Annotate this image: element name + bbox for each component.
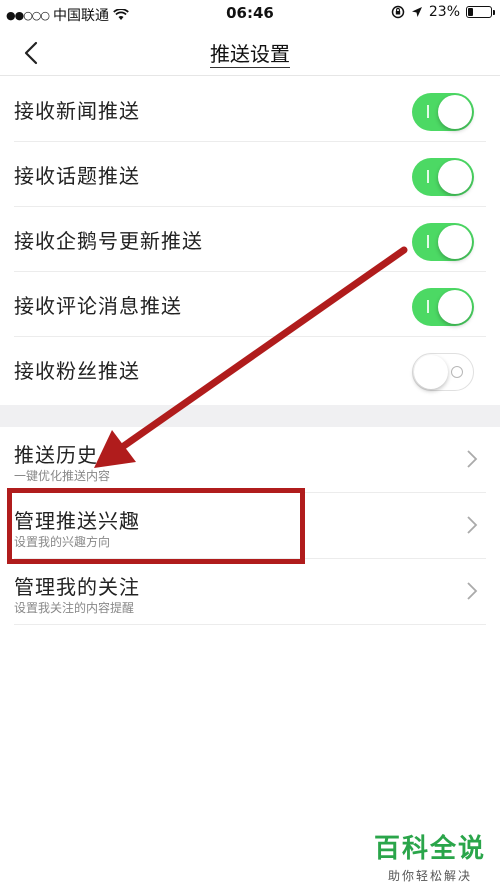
- chevron-right-icon: [467, 450, 478, 468]
- section-divider: [0, 405, 500, 427]
- toggle-label: 接收评论消息推送: [14, 293, 182, 318]
- toggle-label: 接收粉丝推送: [14, 359, 140, 383]
- rotation-lock-icon: [391, 5, 405, 19]
- row-subtitle: 设置我关注的内容提醒: [14, 601, 135, 615]
- toggle-label: 接收新闻推送: [14, 98, 140, 123]
- toggle-row-news: 接收新闻推送: [14, 77, 486, 142]
- row-title: 推送历史: [14, 443, 98, 467]
- row-subtitle: 一键优化推送内容: [14, 469, 111, 483]
- row-manage-follows[interactable]: 管理我的关注 设置我关注的内容提醒: [14, 559, 486, 625]
- toggle-label: 接收企鹅号更新推送: [14, 228, 203, 253]
- penguin-update-push-switch[interactable]: [412, 223, 474, 261]
- chevron-right-icon: [467, 516, 478, 534]
- news-push-switch[interactable]: [412, 93, 474, 131]
- watermark-sub: 助你轻松解决: [387, 869, 472, 883]
- toggle-row-fans: 接收粉丝推送: [14, 337, 486, 402]
- chevron-right-icon: [467, 582, 478, 600]
- watermark-main: 百科全说: [373, 834, 486, 864]
- toggle-row-comments: 接收评论消息推送: [14, 272, 486, 337]
- status-bar: ●●○○○ 中国联通 06:46 23%: [0, 0, 500, 28]
- toggle-row-topics: 接收话题推送: [14, 142, 486, 207]
- page-title: 推送设置: [0, 38, 500, 68]
- topic-push-switch[interactable]: [412, 158, 474, 196]
- fans-push-switch[interactable]: [412, 353, 474, 391]
- toggle-label: 接收话题推送: [14, 163, 140, 188]
- battery-percent: 23%: [428, 4, 460, 20]
- annotation-highlight-box: [7, 488, 305, 564]
- row-title: 管理我的关注: [14, 575, 140, 599]
- battery-icon: [466, 6, 495, 18]
- status-right: 23%: [391, 4, 495, 20]
- nav-bar: 推送设置: [0, 28, 500, 76]
- comment-push-switch[interactable]: [412, 288, 474, 326]
- battery-fill: [468, 8, 473, 16]
- watermark-logo: 百科全说 助你轻松解决: [374, 828, 486, 884]
- location-arrow-icon: [411, 7, 422, 17]
- toggle-row-penguin: 接收企鹅号更新推送: [14, 207, 486, 272]
- page-title-text: 推送设置: [210, 42, 290, 68]
- row-push-history[interactable]: 推送历史 一键优化推送内容: [14, 427, 486, 493]
